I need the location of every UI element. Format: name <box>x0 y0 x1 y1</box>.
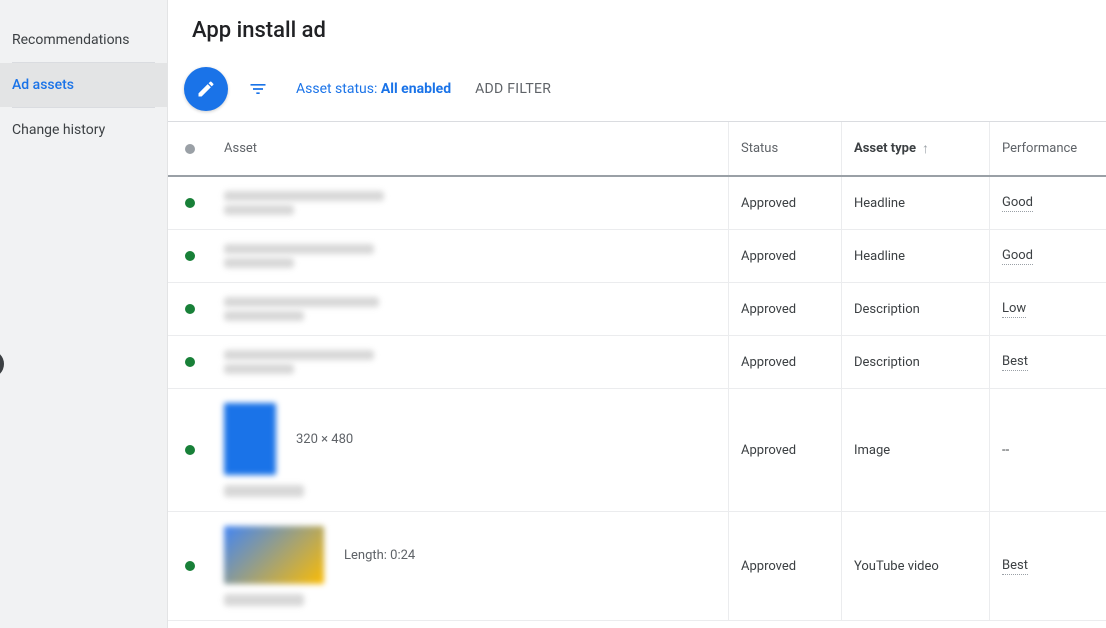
status-dot-icon <box>185 144 195 154</box>
column-performance[interactable]: Performance <box>990 122 1106 175</box>
status-value: All enabled <box>381 81 451 97</box>
redacted-text <box>224 297 379 321</box>
sidebar-item-ad-assets[interactable]: Ad assets <box>0 63 167 107</box>
sidebar-item-recommendations[interactable]: Recommendations <box>0 18 167 62</box>
sidebar-item-change-history[interactable]: Change history <box>0 108 167 152</box>
redacted-text <box>224 191 384 215</box>
assets-table: Asset Status Asset type ↑ Performance Ap… <box>168 121 1106 628</box>
type-cell: Description <box>842 336 990 388</box>
column-status[interactable]: Status <box>729 122 842 175</box>
asset-cell <box>212 230 729 282</box>
table-row[interactable]: Approved Headline Good <box>168 230 1106 283</box>
table-row[interactable]: 320 × 480 Approved Image -- <box>168 389 1106 512</box>
status-cell: Approved <box>729 177 842 229</box>
column-asset[interactable]: Asset <box>212 122 729 175</box>
sidebar: Recommendations Ad assets Change history <box>0 0 167 628</box>
enabled-dot-icon <box>185 561 195 571</box>
table-row[interactable]: Approved Headline Good <box>168 177 1106 230</box>
redacted-text <box>224 350 374 374</box>
status-cell: Approved <box>729 512 842 620</box>
enabled-dot-icon <box>185 445 195 455</box>
asset-cell <box>212 336 729 388</box>
main-content: App install ad Asset status: All enabled… <box>167 0 1106 628</box>
column-asset-type[interactable]: Asset type ↑ <box>842 122 990 175</box>
status-cell: Approved <box>729 283 842 335</box>
redacted-text <box>224 594 304 606</box>
page-header: App install ad <box>168 0 1106 57</box>
asset-status-filter[interactable]: Asset status: All enabled <box>296 81 451 97</box>
video-thumbnail <box>224 526 324 584</box>
type-cell: Description <box>842 283 990 335</box>
table-row[interactable]: Approved Description Best <box>168 336 1106 389</box>
toolbar: Asset status: All enabled ADD FILTER <box>168 57 1106 121</box>
enabled-dot-icon <box>185 304 195 314</box>
table-row[interactable]: Length: 0:24 Approved YouTube video Best <box>168 512 1106 621</box>
status-cell: Approved <box>729 336 842 388</box>
pencil-icon <box>196 79 216 99</box>
image-thumbnail <box>224 403 276 475</box>
asset-cell: Length: 0:24 <box>212 512 729 620</box>
performance-cell: Best <box>990 336 1106 388</box>
enabled-dot-icon <box>185 251 195 261</box>
edit-button[interactable] <box>184 67 228 111</box>
type-cell: Headline <box>842 230 990 282</box>
enabled-dot-icon <box>185 198 195 208</box>
image-dimensions: 320 × 480 <box>296 432 353 447</box>
redacted-text <box>224 485 304 497</box>
performance-cell: -- <box>990 389 1106 511</box>
type-cell: Headline <box>842 177 990 229</box>
column-status-dot[interactable] <box>168 122 212 175</box>
asset-cell <box>212 177 729 229</box>
asset-cell <box>212 283 729 335</box>
performance-cell: Best <box>990 512 1106 620</box>
video-length: Length: 0:24 <box>344 548 415 563</box>
add-filter-button[interactable]: ADD FILTER <box>475 81 551 97</box>
type-cell: Image <box>842 389 990 511</box>
table-row[interactable]: Approved Description Low <box>168 283 1106 336</box>
type-cell: YouTube video <box>842 512 990 620</box>
asset-cell: 320 × 480 <box>212 389 729 511</box>
table-header: Asset Status Asset type ↑ Performance <box>168 122 1106 177</box>
enabled-dot-icon <box>185 357 195 367</box>
performance-cell: Good <box>990 230 1106 282</box>
sort-ascending-icon: ↑ <box>922 140 929 157</box>
column-asset-type-label: Asset type <box>854 141 916 156</box>
performance-cell: Good <box>990 177 1106 229</box>
performance-cell: Low <box>990 283 1106 335</box>
status-prefix: Asset status: <box>296 81 381 97</box>
page-title: App install ad <box>192 18 1082 43</box>
status-cell: Approved <box>729 230 842 282</box>
filter-icon[interactable] <box>248 79 268 99</box>
redacted-text <box>224 244 374 268</box>
status-cell: Approved <box>729 389 842 511</box>
